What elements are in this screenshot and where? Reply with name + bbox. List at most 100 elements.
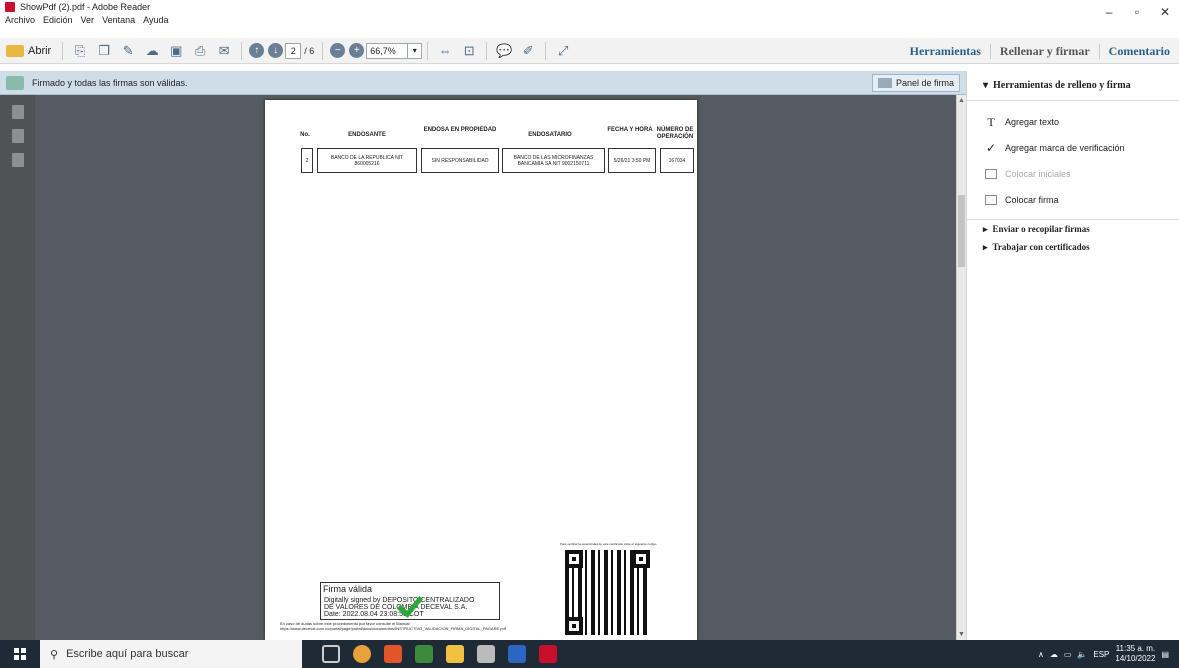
fit-page-button[interactable]: ⊡ bbox=[459, 41, 479, 61]
combine-files-button[interactable]: ❐ bbox=[94, 41, 114, 61]
place-signature-label: Colocar firma bbox=[1005, 195, 1059, 205]
attachment-icon[interactable] bbox=[11, 129, 24, 143]
plus-icon: + bbox=[353, 45, 360, 56]
document-viewer: No. ENDOSANTE ENDOSA EN PROPIEDAD ENDOSA… bbox=[35, 95, 956, 640]
fit-width-icon: ⇔ bbox=[438, 43, 452, 58]
chevron-down-icon: ▾ bbox=[412, 46, 417, 55]
notifications-icon[interactable]: ▤ bbox=[1161, 650, 1169, 659]
collapsed-triangle-icon: ▸ bbox=[983, 241, 988, 252]
network-icon[interactable]: ▭ bbox=[1064, 650, 1072, 659]
qr-finder-pattern bbox=[565, 550, 583, 568]
volume-icon[interactable]: 🔈 bbox=[1077, 650, 1087, 659]
scrollbar-thumb[interactable] bbox=[958, 195, 965, 267]
initials-icon bbox=[985, 169, 997, 179]
clock-time: 11:35 a. m. bbox=[1115, 644, 1156, 653]
envelope-icon: ✉ bbox=[218, 42, 230, 58]
table-header-numero-operacion: NÚMERO DE OPERACIÓN bbox=[656, 127, 694, 140]
start-button[interactable] bbox=[0, 648, 40, 660]
qr-note: Para verificar la autenticidad de este c… bbox=[560, 542, 657, 546]
fit-page-icon: ⊡ bbox=[463, 42, 475, 58]
toolbar-divider bbox=[545, 41, 547, 60]
table-cell-operacion: 167034 bbox=[660, 148, 694, 173]
vertical-scrollbar[interactable]: ▲ ▼ bbox=[956, 95, 966, 640]
tab-rellenar-y-firmar[interactable]: Rellenar y firmar bbox=[989, 43, 1099, 59]
signature-valid-icon bbox=[6, 75, 24, 90]
task-view-icon[interactable] bbox=[322, 645, 340, 663]
comment-button[interactable]: 💬 bbox=[494, 41, 514, 61]
signature-panel-button[interactable]: Panel de firma bbox=[871, 74, 960, 92]
panel-header-label: Herramientas de relleno y firma bbox=[993, 80, 1131, 91]
expand-icon: ⤢ bbox=[558, 42, 569, 58]
right-tabs: Herramientas Rellenar y firmar Comentari… bbox=[901, 38, 1179, 64]
system-tray: ∧ ☁ ▭ 🔈 ESP 11:35 a. m. 14/10/2022 ▤ bbox=[1038, 640, 1169, 668]
open-label: Abrir bbox=[28, 44, 52, 57]
panel-section-header[interactable]: ▾ Herramientas de relleno y firma bbox=[967, 71, 1179, 101]
table-cell-endosatario: BANCO DE LAS MICROFINANZAS BANCAMIA SA N… bbox=[502, 148, 605, 173]
taskbar-search[interactable]: ⚲ Escribe aquí para buscar bbox=[40, 640, 302, 668]
menu-ver[interactable]: Ver bbox=[81, 15, 95, 25]
language-indicator[interactable]: ESP bbox=[1093, 650, 1109, 659]
signatures-icon[interactable] bbox=[11, 153, 24, 167]
prev-page-button[interactable]: ↑ bbox=[249, 43, 265, 58]
toolbar-divider bbox=[486, 41, 488, 60]
windows-logo-icon bbox=[14, 648, 26, 660]
clock[interactable]: 11:35 a. m. 14/10/2022 bbox=[1115, 644, 1155, 664]
place-signature-item[interactable]: Colocar firma bbox=[967, 187, 1179, 213]
menu-archivo[interactable]: Archivo bbox=[5, 15, 35, 25]
table-cell-endosa: SIN RESPONSABILIDAD bbox=[421, 148, 499, 173]
print-button[interactable]: ⎙ bbox=[190, 41, 210, 61]
table-header-no: No. bbox=[300, 132, 310, 138]
zoom-input[interactable]: 66,7% bbox=[366, 42, 409, 59]
certificates-section[interactable]: ▸ Trabajar con certificados bbox=[967, 238, 1179, 256]
folder-icon bbox=[6, 44, 24, 57]
place-initials-item: Colocar iniciales bbox=[967, 161, 1179, 187]
menu-ayuda[interactable]: Ayuda bbox=[143, 15, 168, 25]
calculator-icon[interactable] bbox=[477, 645, 495, 663]
highlight-button[interactable]: ✐ bbox=[518, 41, 538, 61]
next-page-button[interactable]: ↓ bbox=[268, 43, 284, 58]
chevron-up-icon[interactable]: ∧ bbox=[1038, 650, 1044, 659]
table-cell-endosante: BANCO DE LA REPUBLICA NIT 860005216 bbox=[317, 148, 417, 173]
qr-finder-pattern bbox=[632, 550, 650, 568]
add-checkmark-item[interactable]: ✓ Agregar marca de verificación bbox=[967, 135, 1179, 161]
word-icon[interactable] bbox=[508, 645, 526, 663]
menu-edicion[interactable]: Edición bbox=[43, 15, 73, 25]
file-explorer-icon[interactable] bbox=[446, 645, 464, 663]
table-header-endosatario: ENDOSATARIO bbox=[528, 132, 572, 138]
fullscreen-button[interactable]: ⤢ bbox=[553, 41, 573, 61]
cloud-button[interactable]: ☁ bbox=[142, 41, 162, 61]
pen-icon bbox=[877, 78, 892, 88]
create-pdf-button[interactable]: ⎘ bbox=[70, 41, 90, 61]
send-collect-signatures-section[interactable]: ▸ Enviar o recopilar firmas bbox=[967, 220, 1179, 238]
tab-herramientas[interactable]: Herramientas bbox=[901, 44, 990, 59]
save-button[interactable]: ▣ bbox=[166, 41, 186, 61]
toolbar-divider bbox=[322, 41, 324, 60]
table-header-endosante: ENDOSANTE bbox=[348, 132, 386, 138]
open-button[interactable]: Abrir bbox=[2, 41, 55, 61]
onedrive-icon[interactable]: ☁ bbox=[1050, 650, 1058, 659]
zoom-dropdown[interactable]: ▾ bbox=[408, 42, 423, 59]
pages-icon[interactable] bbox=[11, 105, 24, 119]
scroll-down-icon[interactable]: ▼ bbox=[958, 631, 965, 638]
menu-ventana[interactable]: Ventana bbox=[102, 15, 135, 25]
minus-icon: − bbox=[334, 45, 341, 56]
fit-width-button[interactable]: ⇔ bbox=[435, 41, 455, 61]
scroll-up-icon[interactable]: ▲ bbox=[958, 97, 965, 104]
page-number-input[interactable]: 2 bbox=[285, 42, 302, 59]
qr-code bbox=[565, 550, 650, 635]
place-initials-label: Colocar iniciales bbox=[1005, 169, 1071, 179]
zoom-in-button[interactable]: + bbox=[349, 43, 365, 58]
brave-icon[interactable] bbox=[384, 645, 402, 663]
adobe-reader-taskbar-icon[interactable] bbox=[539, 645, 557, 663]
edit-icon: ✎ bbox=[122, 42, 134, 58]
signature-status-bar: Firmado y todas las firmas son válidas. … bbox=[0, 71, 966, 95]
edit-button[interactable]: ✎ bbox=[118, 41, 138, 61]
zoom-out-button[interactable]: − bbox=[330, 43, 346, 58]
email-button[interactable]: ✉ bbox=[214, 41, 234, 61]
tab-comentario[interactable]: Comentario bbox=[1098, 43, 1179, 59]
add-text-item[interactable]: T Agregar texto bbox=[967, 109, 1179, 135]
chrome-icon[interactable] bbox=[353, 645, 371, 663]
footnote-text: En caso de dudas sobre este procedimient… bbox=[280, 621, 506, 631]
app-icon[interactable] bbox=[415, 645, 433, 663]
clock-date: 14/10/2022 bbox=[1115, 654, 1156, 663]
